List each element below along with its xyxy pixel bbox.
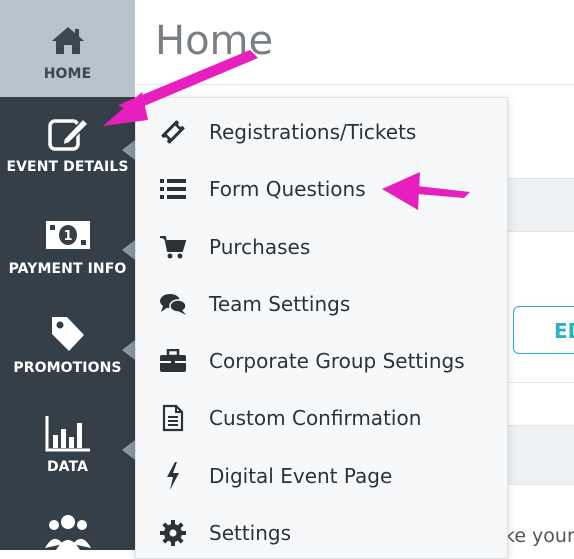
menu-item-form-questions[interactable]: Form Questions [136,166,507,212]
sidebar-item-teams[interactable] [0,510,135,550]
tag-icon [49,314,87,354]
bar-chart-icon [44,413,92,453]
menu-item-label: Settings [209,521,292,545]
sidebar-item-label: EVENT DETAILS [6,159,129,175]
sidebar-notch [122,440,135,460]
menu-item-label: Corporate Group Settings [209,349,465,373]
sidebar-item-label: PAYMENT INFO [8,261,127,277]
edit-icon [47,113,89,153]
menu-item-purchases[interactable]: Purchases [136,224,507,270]
menu-item-label: Purchases [209,235,311,259]
money-icon: 1 [45,215,91,255]
ticket-icon [158,117,188,147]
sidebar-item-label: PROMOTIONS [13,360,122,376]
menu-item-label: Registrations/Tickets [209,120,417,144]
sidebar-item-label: HOME [43,66,92,82]
cart-icon [158,232,188,262]
svg-text:1: 1 [63,229,72,244]
sidebar-item-home[interactable]: HOME [0,0,135,97]
menu-item-label: Digital Event Page [209,464,393,488]
menu-item-corporate-group-settings[interactable]: Corporate Group Settings [136,338,507,384]
partial-body-text: ke your [504,525,574,547]
menu-item-digital-event-page[interactable]: Digital Event Page [136,453,507,499]
bolt-icon [158,461,188,491]
page-title: Home [155,18,274,64]
event-details-dropdown: Registrations/Tickets Form Questions Pur… [135,97,508,559]
sidebar-notch [122,340,135,360]
sidebar-notch [122,240,135,260]
gear-icon [158,518,188,548]
sidebar: HOME EVENT DETAILS 1 PAYMENT INFO PROMOT… [0,0,135,550]
sidebar-item-payment-info[interactable]: 1 PAYMENT INFO [0,215,135,277]
sidebar-item-label: DATA [46,459,89,475]
home-icon [50,20,86,60]
users-icon [43,510,93,550]
sidebar-notch [122,140,135,160]
document-icon [158,403,188,433]
divider [135,84,574,85]
menu-item-team-settings[interactable]: Team Settings [136,281,507,327]
menu-item-custom-confirmation[interactable]: Custom Confirmation [136,395,507,441]
chat-bubbles-icon [158,289,188,319]
menu-item-label: Form Questions [209,177,366,201]
edit-button[interactable]: ED [513,306,574,354]
menu-item-settings[interactable]: Settings [136,510,507,556]
sidebar-item-event-details[interactable]: EVENT DETAILS [0,113,135,175]
sidebar-item-data[interactable]: DATA [0,413,135,475]
list-icon [158,174,188,204]
menu-item-label: Team Settings [209,292,351,316]
menu-item-registrations-tickets[interactable]: Registrations/Tickets [136,109,507,155]
sidebar-item-promotions[interactable]: PROMOTIONS [0,314,135,376]
menu-item-label: Custom Confirmation [209,406,422,430]
briefcase-icon [158,346,188,376]
